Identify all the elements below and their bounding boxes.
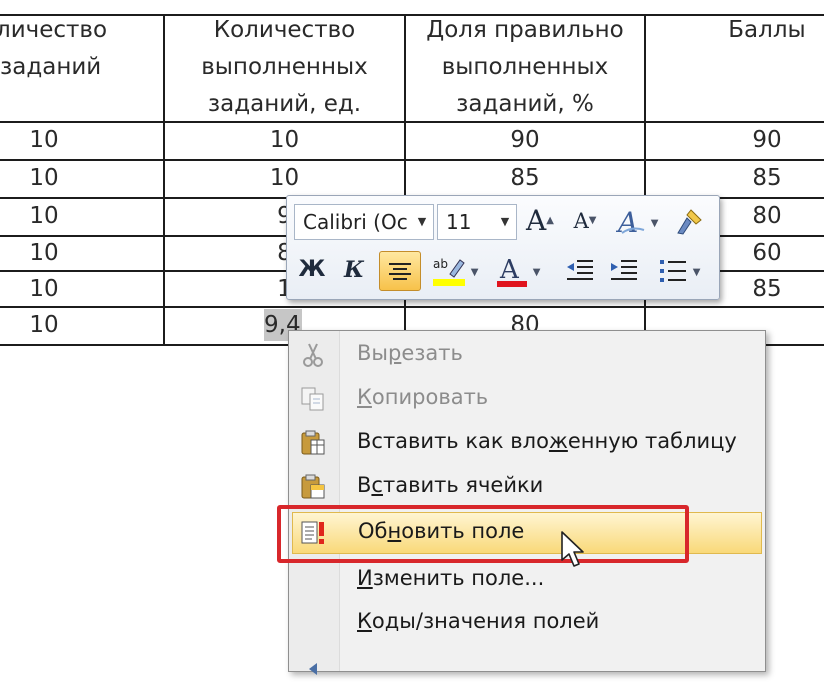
mini-formatting-toolbar: Calibri (Ос ▼ 11 ▼ A▲ A▼ A ▼ Ж К ab ▼ A … [286,195,720,300]
font-name-combo[interactable]: Calibri (Ос ▼ [294,204,434,240]
scissors-icon [299,341,327,369]
menu-item-label: Вставить ячейки [357,473,544,497]
partial-icon [299,655,327,683]
chevron-down-icon[interactable]: ▼ [496,205,514,239]
table-cell: 90 [752,127,782,153]
chevron-down-icon[interactable]: ▼ [413,205,431,239]
table-cell: 10 [269,165,300,191]
menu-item-label: Вставить как вложенную таблицу [357,429,737,453]
shrink-font-icon: A [573,209,589,233]
table-cell: 10 [269,127,300,153]
grow-font-icon: A [526,204,547,237]
chevron-down-icon: ▼ [532,267,541,278]
header-line: Доля правильно [426,17,624,43]
table-cell: 10 [29,203,59,229]
menu-item-cut[interactable]: Вырезать [289,333,765,377]
grow-font-button[interactable]: A▲ [523,202,557,240]
bullets-icon [658,259,693,282]
highlight-icon: ab [432,257,471,286]
table-cell: 10 [29,276,59,302]
format-painter-button[interactable] [671,202,707,240]
table-cell: 60 [752,240,782,266]
shrink-font-button[interactable]: A▼ [569,202,601,240]
table-cell: 85 [752,276,782,302]
decrease-indent-icon [565,259,595,280]
shrink-arrow-icon: ▼ [588,215,597,226]
chevron-down-icon: ▼ [470,267,479,278]
paste-cells-icon [299,473,327,501]
header-line: Количество [213,17,356,43]
svg-text:ab: ab [433,257,448,271]
center-align-button[interactable] [379,251,421,291]
font-size-value: 11 [446,210,472,234]
italic-button[interactable]: К [339,251,369,289]
table-cell: 10 [29,312,59,338]
format-painter-icon [674,208,704,235]
menu-item-label: Изменить поле... [357,566,545,590]
font-name-value: Calibri (Ос [303,210,408,234]
header-line: Баллы [728,17,806,43]
table-cell: 10 [29,165,59,191]
header-line: личество [0,17,108,43]
font-color-icon: A [496,255,533,287]
table-header-cell: личество заданий [0,12,126,86]
svg-text:A: A [616,206,638,238]
bold-button[interactable]: Ж [295,251,329,289]
grow-arrow-icon: ▲ [546,215,554,226]
menu-item-paste-nested-table[interactable]: Вставить как вложенную таблицу [289,421,765,465]
mouse-cursor-icon [560,530,588,570]
table-cell: 90 [510,127,540,153]
paste-icon [299,429,327,457]
menu-item-label: Копировать [357,385,489,409]
decrease-indent-button[interactable] [563,251,597,289]
header-line: заданий, ед. [207,91,362,117]
header-line: заданий [0,54,102,80]
increase-indent-button[interactable] [607,251,641,289]
header-line: выполненных [441,54,609,80]
font-color-button[interactable]: A ▼ [493,251,543,289]
menu-item-label: Коды/значения полей [357,609,600,633]
bullets-button[interactable]: ▼ [651,251,707,289]
font-size-combo[interactable]: 11 ▼ [437,204,517,240]
table-cell: 10 [29,127,59,153]
highlight-button[interactable]: ab ▼ [427,251,483,289]
table-header-cell: Баллы [712,12,822,49]
menu-item-edit-field[interactable]: Изменить поле... [289,558,765,602]
table-cell: 80 [752,203,782,229]
menu-item-copy[interactable]: Копировать [289,377,765,421]
svg-text:A: A [499,255,520,285]
table-header-cell: Количество выполненных заданий, ед. [165,12,404,123]
increase-indent-icon [609,259,639,280]
styles-button[interactable]: A ▼ [613,202,661,240]
chevron-down-icon: ▼ [692,267,701,278]
table-cell: 10 [29,240,59,266]
menu-item-label: Вырезать [357,341,463,365]
menu-item-toggle-field-codes[interactable]: Коды/значения полей [289,601,765,645]
table-cell: 85 [752,165,782,191]
menu-item-partial[interactable] [289,645,765,689]
center-align-icon [387,261,413,280]
annotation-highlight-frame [277,505,689,563]
header-line: выполненных [201,54,368,80]
chevron-down-icon: ▼ [650,218,659,229]
header-line: заданий, % [456,91,594,117]
table-header-cell: Доля правильно выполненных заданий, % [406,12,644,123]
menu-item-paste-cells[interactable]: Вставить ячейки [289,465,765,509]
copy-icon [299,385,327,413]
table-cell: 85 [510,165,540,191]
context-menu: Вырезать Копировать Вставить как вложенн… [288,330,766,675]
styles-icon: A [615,206,651,239]
